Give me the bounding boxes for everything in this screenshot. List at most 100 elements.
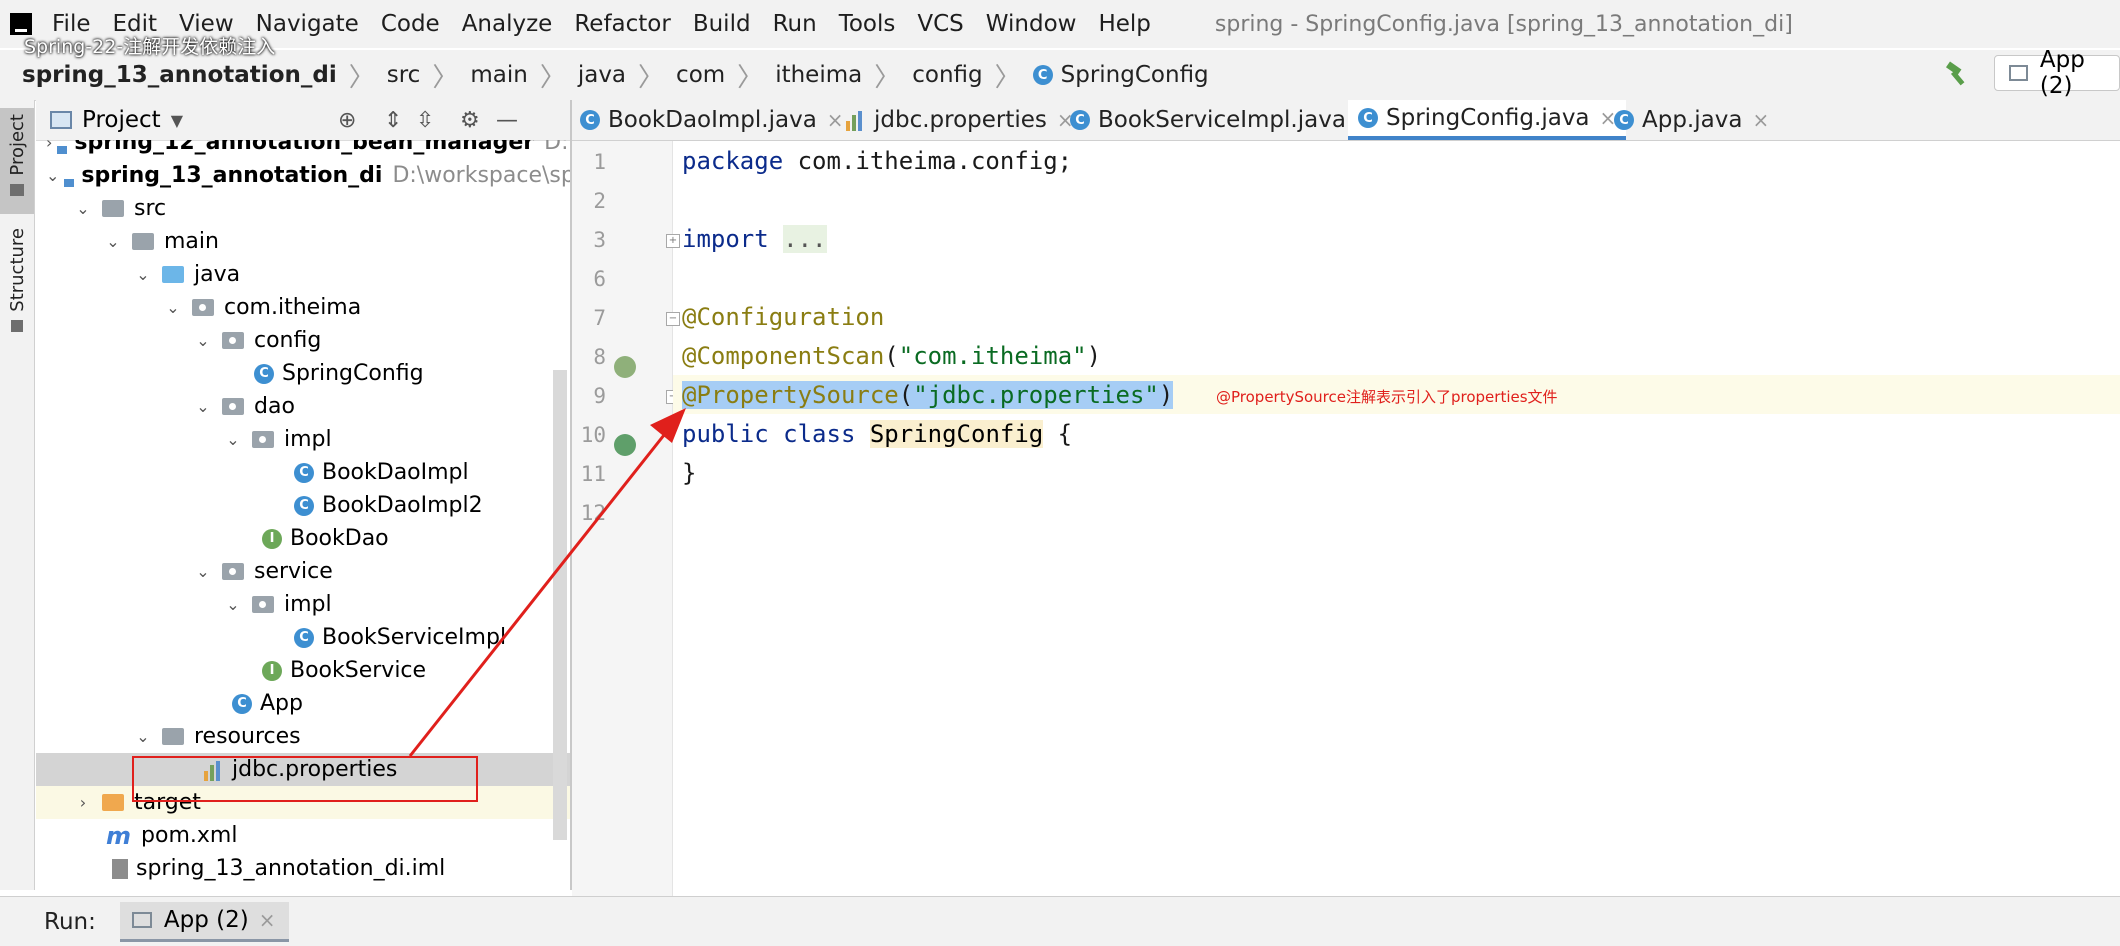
chevron-down-icon[interactable]: ⌄: [106, 232, 120, 251]
tree-node-class[interactable]: C SpringConfig: [36, 357, 570, 390]
line-number: 12: [580, 501, 606, 525]
breadcrumb-java[interactable]: java: [578, 62, 626, 88]
chevron-down-icon[interactable]: ⌄: [226, 430, 240, 449]
run-configuration-label: App (2): [2039, 47, 2085, 99]
tree-node-class[interactable]: C BookDaoImpl2: [36, 489, 570, 522]
tree-node-class[interactable]: C BookServiceImpl: [36, 621, 570, 654]
fold-collapse-icon[interactable]: −: [666, 312, 680, 326]
menu-code[interactable]: Code: [381, 11, 440, 37]
chevron-down-icon[interactable]: ⌄: [46, 166, 59, 185]
chevron-down-icon[interactable]: ⌄: [196, 397, 210, 416]
close-icon[interactable]: ×: [827, 108, 844, 132]
run-tool-bar: Run: App (2) ×: [0, 896, 2120, 946]
close-icon[interactable]: ×: [1752, 108, 1769, 132]
dropdown-arrow-icon[interactable]: ▼: [171, 111, 183, 130]
chevron-down-icon[interactable]: ⌄: [226, 595, 240, 614]
gear-icon[interactable]: ⚙: [460, 108, 480, 133]
project-tree-scrollbar[interactable]: [553, 370, 567, 840]
expand-all-icon[interactable]: ⇕: [384, 108, 402, 133]
chevron-down-icon[interactable]: ⌄: [136, 727, 150, 746]
locate-file-icon[interactable]: ⊕: [338, 108, 356, 133]
tree-node-file[interactable]: m pom.xml: [36, 819, 570, 852]
tree-node-folder[interactable]: ⌄ resources: [36, 720, 570, 753]
tool-tab-project[interactable]: Project: [0, 108, 34, 214]
hide-panel-icon[interactable]: —: [496, 108, 518, 133]
tree-node-interface[interactable]: I BookDao: [36, 522, 570, 555]
menu-help[interactable]: Help: [1098, 11, 1150, 37]
tree-node-label: dao: [254, 394, 295, 419]
tree-node-project[interactable]: › spring_12_annotation_bean_manager D:\w…: [36, 140, 570, 159]
editor-tab-bookdaoimpl[interactable]: C BookDaoImpl.java ×: [580, 100, 844, 140]
collapse-all-icon[interactable]: ⇳: [416, 108, 434, 133]
editor-tab-springconfig[interactable]: C SpringConfig.java ×: [1348, 100, 1627, 140]
code-editor[interactable]: package com.itheima.config; import ... @…: [682, 141, 2112, 896]
tree-node-project[interactable]: ⌄ spring_13_annotation_di D:\workspace\s…: [36, 159, 570, 192]
spring-bean-icon[interactable]: [614, 434, 636, 456]
package-icon: [222, 398, 244, 415]
tool-tab-structure-label: Structure: [6, 228, 28, 312]
tree-node-package[interactable]: ⌄ impl: [36, 588, 570, 621]
menu-run[interactable]: Run: [773, 11, 817, 37]
editor-tab-label: BookDaoImpl.java: [608, 107, 817, 133]
tree-node-folder[interactable]: ⌄ main: [36, 225, 570, 258]
tool-tab-structure[interactable]: Structure: [0, 228, 34, 358]
tree-node-folder[interactable]: ⌄ src: [36, 192, 570, 225]
breadcrumb-main[interactable]: main: [470, 62, 527, 88]
tree-node-folder[interactable]: ⌄ java: [36, 258, 570, 291]
fold-expand-icon[interactable]: +: [666, 234, 680, 248]
tree-node-class[interactable]: C App: [36, 687, 570, 720]
chevron-down-icon[interactable]: ⌄: [196, 331, 210, 350]
breadcrumb-springconfig[interactable]: C SpringConfig: [1032, 62, 1209, 88]
chevron-right-icon: 〉: [539, 62, 566, 93]
chevron-right-icon[interactable]: ›: [76, 793, 90, 812]
class-icon: C: [580, 110, 600, 130]
tree-node-label: service: [254, 559, 333, 584]
code-token: @ComponentScan: [682, 341, 885, 370]
chevron-down-icon[interactable]: ⌄: [76, 199, 90, 218]
chevron-right-icon: 〉: [737, 62, 764, 93]
tree-node-path: D:\workspace: [544, 140, 570, 155]
menu-vcs[interactable]: VCS: [917, 11, 963, 37]
excluded-folder-icon: [102, 794, 124, 811]
editor-gutter[interactable]: 1 2 3 6 7 8 9 10 11 12 + − −: [572, 141, 680, 896]
tree-node-package[interactable]: ⌄ service: [36, 555, 570, 588]
editor-tab-jdbc-properties[interactable]: jdbc.properties ×: [846, 100, 1074, 140]
chevron-right-icon[interactable]: ›: [46, 140, 52, 152]
editor-tab-label: App.java: [1642, 107, 1743, 133]
menu-window[interactable]: Window: [986, 11, 1077, 37]
run-tab-app[interactable]: App (2) ×: [119, 901, 290, 942]
chevron-down-icon[interactable]: ⌄: [166, 298, 180, 317]
close-icon[interactable]: ×: [259, 908, 276, 932]
breadcrumb-com[interactable]: com: [676, 62, 725, 88]
tree-node-interface[interactable]: I BookService: [36, 654, 570, 687]
breadcrumb-config[interactable]: config: [912, 62, 982, 88]
tree-node-package[interactable]: ⌄ com.itheima: [36, 291, 570, 324]
folded-imports[interactable]: ...: [783, 224, 827, 253]
editor-tab-bookserviceimpl[interactable]: C BookServiceImpl.java ×: [1070, 100, 1373, 140]
code-token: public class: [682, 419, 870, 448]
chevron-down-icon[interactable]: ⌄: [196, 562, 210, 581]
tree-node-package[interactable]: ⌄ config: [36, 324, 570, 357]
run-configuration-selector[interactable]: App (2): [1994, 47, 2120, 99]
breadcrumb-src[interactable]: src: [387, 62, 421, 88]
package-icon: [222, 332, 244, 349]
menu-build[interactable]: Build: [693, 11, 751, 37]
code-token: @PropertySource: [682, 380, 899, 409]
breadcrumb-itheima[interactable]: itheima: [775, 62, 862, 88]
source-folder-icon: [162, 266, 184, 283]
menu-tools[interactable]: Tools: [839, 11, 896, 37]
breadcrumb-project[interactable]: spring_13_annotation_di: [22, 62, 337, 88]
tree-node-package[interactable]: ⌄ impl: [36, 423, 570, 456]
project-view-selector[interactable]: Project: [82, 107, 161, 133]
tree-node-package[interactable]: ⌄ dao: [36, 390, 570, 423]
tree-node-label: BookDaoImpl2: [322, 493, 483, 518]
editor-tab-app[interactable]: C App.java ×: [1614, 100, 1769, 140]
tree-node-file[interactable]: spring_13_annotation_di.iml: [36, 852, 570, 885]
menu-analyze[interactable]: Analyze: [462, 11, 553, 37]
interface-icon: I: [262, 660, 282, 681]
chevron-down-icon[interactable]: ⌄: [136, 265, 150, 284]
spring-scan-icon[interactable]: [614, 356, 636, 378]
build-hammer-icon[interactable]: [1944, 60, 1972, 88]
tree-node-class[interactable]: C BookDaoImpl: [36, 456, 570, 489]
menu-refactor[interactable]: Refactor: [574, 11, 670, 37]
